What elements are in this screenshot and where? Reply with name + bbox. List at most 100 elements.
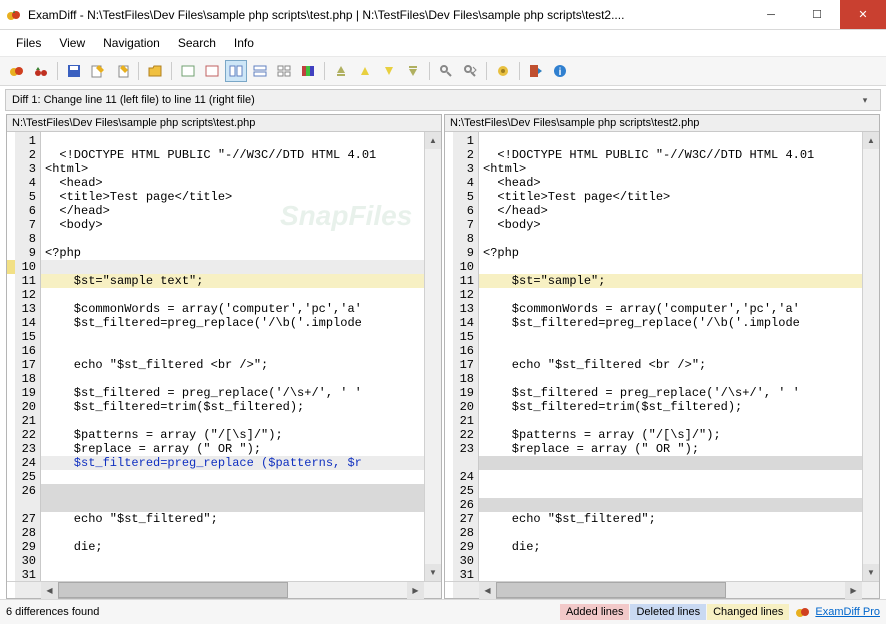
left-code[interactable]: <!DOCTYPE HTML PUBLIC "-//W3C//DTD HTML … [41,132,424,581]
nav-first-icon[interactable] [330,60,352,82]
diff-selector[interactable]: Diff 1: Change line 11 (left file) to li… [5,89,881,111]
code-line[interactable]: echo "$st_filtered"; [479,512,862,526]
nav-prev-icon[interactable] [354,60,376,82]
menu-info[interactable]: Info [226,34,262,52]
options-icon[interactable] [492,60,514,82]
code-line[interactable] [41,260,424,274]
open-folder-icon[interactable] [144,60,166,82]
code-line[interactable]: <?php [41,246,424,260]
view-colors-icon[interactable] [297,60,319,82]
view-over-icon[interactable] [201,60,223,82]
right-hscroll[interactable]: ◀ ▶ [479,582,862,598]
code-line[interactable] [41,554,424,568]
view-split-h-icon[interactable] [249,60,271,82]
code-line[interactable]: $replace = array (" OR "); [41,442,424,456]
view-single-icon[interactable] [177,60,199,82]
code-line[interactable] [479,568,862,581]
code-line[interactable] [41,470,424,484]
find-icon[interactable] [435,60,457,82]
code-line[interactable] [479,470,862,484]
code-line[interactable]: $st_filtered=preg_replace('/\b('.implode [41,316,424,330]
left-vscroll[interactable]: ▲ ▼ [424,132,441,581]
re-compare-icon[interactable] [30,60,52,82]
scroll-right-icon[interactable]: ▶ [407,582,424,599]
code-line[interactable] [41,288,424,302]
code-line[interactable] [479,498,862,512]
code-line[interactable] [41,526,424,540]
code-line[interactable]: echo "$st_filtered"; [41,512,424,526]
code-line[interactable]: <html> [41,162,424,176]
code-line[interactable]: <title>Test page</title> [479,190,862,204]
scroll-thumb[interactable] [58,582,288,598]
code-line[interactable] [41,568,424,581]
code-line[interactable] [479,554,862,568]
code-line[interactable] [479,414,862,428]
code-line[interactable]: $st_filtered=trim($st_filtered); [479,400,862,414]
code-line[interactable]: echo "$st_filtered <br />"; [479,358,862,372]
code-line[interactable] [479,134,862,148]
code-line[interactable] [479,344,862,358]
code-line[interactable]: $st="sample"; [479,274,862,288]
code-line[interactable]: </head> [479,204,862,218]
code-line[interactable] [41,498,424,512]
help-icon[interactable]: i [549,60,571,82]
brand-text[interactable]: ExamDiff Pro [815,606,880,618]
scroll-right-icon[interactable]: ▶ [845,582,862,599]
view-grid-icon[interactable] [273,60,295,82]
nav-next-icon[interactable] [378,60,400,82]
save-icon[interactable] [63,60,85,82]
right-code[interactable]: <!DOCTYPE HTML PUBLIC "-//W3C//DTD HTML … [479,132,862,581]
exit-icon[interactable] [525,60,547,82]
view-side-icon[interactable] [225,60,247,82]
code-line[interactable] [41,134,424,148]
code-line[interactable]: $st_filtered = preg_replace('/\s+/', ' ' [479,386,862,400]
scroll-thumb[interactable] [496,582,726,598]
scroll-down-icon[interactable]: ▼ [425,564,441,581]
code-line[interactable]: $st="sample text"; [41,274,424,288]
code-line[interactable] [479,456,862,470]
maximize-button[interactable]: ☐ [794,0,840,29]
left-hscroll[interactable]: ◀ ▶ [41,582,424,598]
menu-files[interactable]: Files [8,34,49,52]
edit-right-icon[interactable] [111,60,133,82]
code-line[interactable]: <!DOCTYPE HTML PUBLIC "-//W3C//DTD HTML … [479,148,862,162]
code-line[interactable] [41,330,424,344]
code-line[interactable]: <title>Test page</title> [41,190,424,204]
code-line[interactable] [479,330,862,344]
code-line[interactable]: <!DOCTYPE HTML PUBLIC "-//W3C//DTD HTML … [41,148,424,162]
code-line[interactable]: echo "$st_filtered <br />"; [41,358,424,372]
code-line[interactable]: $patterns = array ("/[\s]/"); [479,428,862,442]
code-line[interactable] [41,232,424,246]
minimize-button[interactable]: ─ [748,0,794,29]
find-next-icon[interactable] [459,60,481,82]
chevron-down-icon[interactable]: ▾ [856,95,874,106]
edit-left-icon[interactable] [87,60,109,82]
code-line[interactable]: $patterns = array ("/[\s]/"); [41,428,424,442]
scroll-down-icon[interactable]: ▼ [863,564,879,581]
menu-view[interactable]: View [51,34,93,52]
scroll-left-icon[interactable]: ◀ [41,582,58,599]
code-line[interactable]: <head> [479,176,862,190]
code-line[interactable]: $commonWords = array('computer','pc','a' [479,302,862,316]
code-line[interactable]: die; [479,540,862,554]
right-vscroll[interactable]: ▲ ▼ [862,132,879,581]
compare-icon[interactable] [6,60,28,82]
code-line[interactable]: $st_filtered=preg_replace('/\b('.implode [479,316,862,330]
scroll-left-icon[interactable]: ◀ [479,582,496,599]
nav-last-icon[interactable] [402,60,424,82]
code-line[interactable] [479,232,862,246]
code-line[interactable]: <body> [41,218,424,232]
code-line[interactable] [41,344,424,358]
code-line[interactable]: $st_filtered=preg_replace ($patterns, $r [41,456,424,470]
code-line[interactable] [479,484,862,498]
menu-search[interactable]: Search [170,34,224,52]
code-line[interactable]: <html> [479,162,862,176]
code-line[interactable] [41,484,424,498]
scroll-up-icon[interactable]: ▲ [425,132,441,149]
code-line[interactable]: die; [41,540,424,554]
code-line[interactable] [41,372,424,386]
close-button[interactable]: ✕ [840,0,886,29]
scroll-up-icon[interactable]: ▲ [863,132,879,149]
code-line[interactable]: <?php [479,246,862,260]
code-line[interactable] [479,288,862,302]
